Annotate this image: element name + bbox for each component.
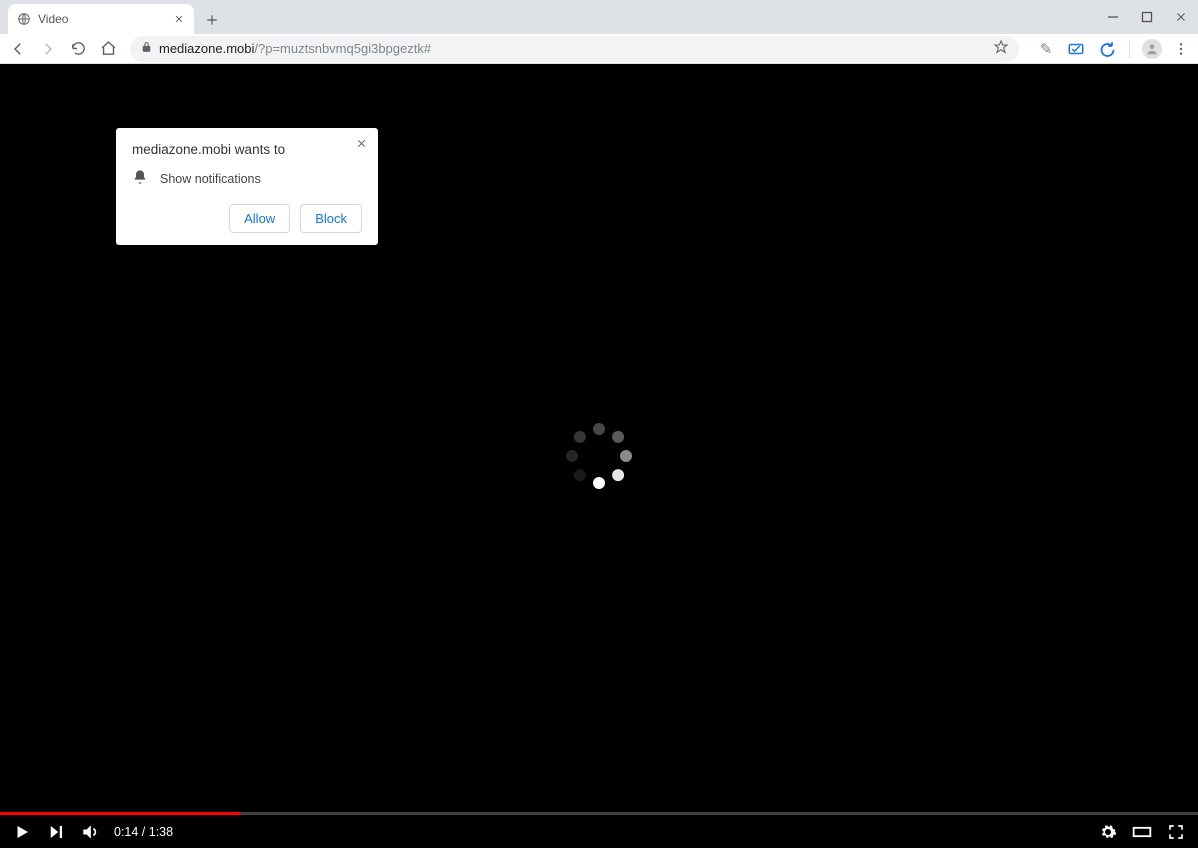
popup-item-label: Show notifications [160, 172, 261, 186]
forward-button[interactable] [36, 37, 60, 61]
video-area: mediazone.mobi wants to Show notificatio… [0, 64, 1198, 848]
reload-button[interactable] [66, 37, 90, 61]
globe-icon [16, 11, 32, 27]
separator [1129, 40, 1130, 58]
video-time: 0:14 / 1:38 [114, 825, 173, 839]
home-button[interactable] [96, 37, 120, 61]
notification-permission-popup: mediazone.mobi wants to Show notificatio… [116, 128, 378, 245]
settings-icon[interactable] [1098, 822, 1118, 842]
new-tab-button[interactable] [198, 6, 226, 34]
allow-button[interactable]: Allow [229, 204, 290, 233]
theater-mode-icon[interactable] [1132, 822, 1152, 842]
toolbar: mediazone.mobi/?p=muztsnbvmq5gi3bpgeztk#… [0, 34, 1198, 64]
url-path: /?p=muztsnbvmq5gi3bpgeztk# [254, 41, 431, 56]
tab-title: Video [38, 12, 166, 26]
menu-icon[interactable] [1170, 38, 1192, 60]
bookmark-icon[interactable] [993, 39, 1009, 58]
fullscreen-icon[interactable] [1166, 822, 1186, 842]
address-bar[interactable]: mediazone.mobi/?p=muztsnbvmq5gi3bpgeztk# [130, 36, 1019, 62]
lock-icon [140, 41, 153, 57]
play-icon[interactable] [12, 822, 32, 842]
tab-bar: Video [0, 0, 1198, 34]
close-popup-icon[interactable] [352, 134, 370, 152]
back-button[interactable] [6, 37, 30, 61]
close-window-button[interactable] [1164, 0, 1198, 34]
extension-icons: ✎ [1035, 38, 1192, 60]
extension-icon-2[interactable] [1065, 38, 1087, 60]
close-tab-icon[interactable] [172, 12, 186, 26]
profile-avatar[interactable] [1142, 39, 1162, 59]
extension-icon-1[interactable]: ✎ [1035, 38, 1057, 60]
bell-icon [132, 169, 148, 188]
browser-tab[interactable]: Video [8, 4, 194, 34]
volume-icon[interactable] [80, 822, 100, 842]
maximize-button[interactable] [1130, 0, 1164, 34]
url-text: mediazone.mobi/?p=muztsnbvmq5gi3bpgeztk# [159, 41, 987, 56]
minimize-button[interactable] [1096, 0, 1130, 34]
extension-icon-3[interactable] [1095, 38, 1117, 60]
video-controls: 0:14 / 1:38 [0, 815, 1198, 848]
window-controls [1096, 0, 1198, 34]
loading-spinner-icon [566, 423, 632, 489]
popup-heading: mediazone.mobi wants to [132, 142, 362, 157]
block-button[interactable]: Block [300, 204, 362, 233]
next-icon[interactable] [46, 822, 66, 842]
url-domain: mediazone.mobi [159, 41, 254, 56]
